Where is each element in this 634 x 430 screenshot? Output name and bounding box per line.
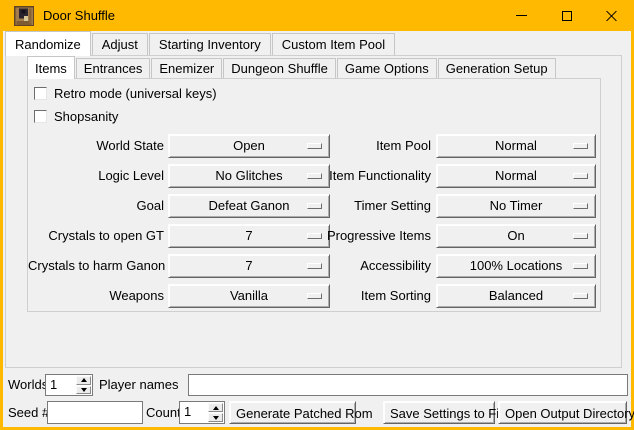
worlds-spinbox[interactable]: 1 [45, 374, 93, 396]
dropdown-indicator-icon [573, 143, 588, 149]
door-icon [14, 6, 34, 26]
shopsanity-checkbox[interactable] [34, 110, 47, 123]
tab-custom-item-pool[interactable]: Custom Item Pool [272, 33, 395, 55]
window: Door Shuffle Randomize Adjust Starting I… [0, 0, 634, 430]
maximize-button[interactable] [544, 0, 589, 31]
item-functionality-dropdown[interactable]: Normal [436, 164, 596, 188]
tab-enemizer[interactable]: Enemizer [151, 58, 222, 78]
seed-input[interactable] [47, 401, 143, 424]
crystals-ganon-label: Crystals to harm Ganon [28, 254, 164, 278]
tab-game-options[interactable]: Game Options [337, 58, 437, 78]
dropdown-value: 100% Locations [437, 255, 595, 277]
tab-randomize[interactable]: Randomize [5, 31, 91, 56]
count-label: Count [146, 401, 181, 424]
spin-up-icon [81, 378, 87, 382]
dropdown-indicator-icon [573, 233, 588, 239]
accessibility-label: Accessibility [268, 254, 431, 278]
dropdown-value: Normal [437, 135, 595, 157]
retro-mode-label: Retro mode (universal keys) [54, 86, 217, 101]
save-settings-button[interactable]: Save Settings to File [383, 401, 495, 424]
tab-adjust[interactable]: Adjust [92, 33, 148, 55]
tab-starting-inventory[interactable]: Starting Inventory [149, 33, 271, 55]
crystals-gt-label: Crystals to open GT [28, 224, 164, 248]
tab-entrances[interactable]: Entrances [76, 58, 151, 78]
dropdown-value: On [437, 225, 595, 247]
tab-items[interactable]: Items [27, 56, 75, 79]
worlds-spin-up-button[interactable] [76, 376, 91, 385]
minimize-icon [516, 15, 527, 16]
tab-dungeon-shuffle[interactable]: Dungeon Shuffle [223, 58, 336, 78]
progressive-items-dropdown[interactable]: On [436, 224, 596, 248]
timer-setting-label: Timer Setting [268, 194, 431, 218]
player-names-label: Player names [99, 374, 178, 396]
item-pool-label: Item Pool [268, 134, 431, 158]
retro-mode-row: Retro mode (universal keys) [34, 85, 217, 101]
seed-label: Seed # [8, 401, 49, 424]
window-content: Randomize Adjust Starting Inventory Cust… [3, 31, 631, 427]
count-spinbox[interactable]: 1 [179, 401, 225, 424]
window-title: Door Shuffle [43, 8, 115, 23]
accessibility-dropdown[interactable]: 100% Locations [436, 254, 596, 278]
maximize-icon [562, 11, 572, 21]
item-sorting-dropdown[interactable]: Balanced [436, 284, 596, 308]
goal-label: Goal [28, 194, 164, 218]
retro-mode-checkbox[interactable] [34, 87, 47, 100]
dropdown-indicator-icon [573, 263, 588, 269]
setting-row: Goal Defeat Ganon Timer Setting No Timer [28, 194, 600, 218]
setting-row: Crystals to harm Ganon 7 Accessibility 1… [28, 254, 600, 278]
dropdown-value: No Timer [437, 195, 595, 217]
window-controls [499, 0, 634, 31]
dropdown-indicator-icon [573, 293, 588, 299]
dropdown-indicator-icon [573, 203, 588, 209]
secondary-tab-bar: Items Entrances Enemizer Dungeon Shuffle… [27, 56, 557, 78]
worlds-label: Worlds [8, 374, 48, 396]
world-state-label: World State [28, 134, 164, 158]
spin-up-icon [213, 406, 219, 410]
setting-row: Logic Level No Glitches Item Functionali… [28, 164, 600, 188]
count-spin-buttons [208, 403, 223, 422]
minimize-button[interactable] [499, 0, 544, 31]
count-value: 1 [180, 402, 207, 423]
weapons-label: Weapons [28, 284, 164, 308]
count-spin-up-button[interactable] [208, 403, 223, 412]
dropdown-indicator-icon [573, 173, 588, 179]
generate-patched-rom-button[interactable]: Generate Patched Rom [229, 401, 356, 424]
setting-row: World State Open Item Pool Normal [28, 134, 600, 158]
timer-setting-dropdown[interactable]: No Timer [436, 194, 596, 218]
open-output-directory-button[interactable]: Open Output Directory [498, 401, 627, 424]
setting-row: Weapons Vanilla Item Sorting Balanced [28, 284, 600, 308]
dropdown-value: Balanced [437, 285, 595, 307]
shopsanity-label: Shopsanity [54, 109, 118, 124]
worlds-spin-buttons [76, 376, 91, 394]
items-panel: Retro mode (universal keys) Shopsanity W… [27, 78, 601, 312]
item-pool-dropdown[interactable]: Normal [436, 134, 596, 158]
worlds-value: 1 [46, 375, 75, 395]
close-button[interactable] [589, 0, 634, 31]
logic-level-label: Logic Level [28, 164, 164, 188]
dropdown-value: Normal [437, 165, 595, 187]
player-names-input[interactable] [188, 374, 628, 396]
spin-down-icon [81, 388, 87, 392]
progressive-items-label: Progressive Items [268, 224, 431, 248]
titlebar: Door Shuffle [0, 0, 634, 31]
primary-tab-bar: Randomize Adjust Starting Inventory Cust… [5, 31, 396, 55]
spin-down-icon [213, 416, 219, 420]
shopsanity-row: Shopsanity [34, 108, 118, 124]
count-spin-down-button[interactable] [208, 413, 223, 422]
close-icon [606, 10, 618, 22]
item-functionality-label: Item Functionality [268, 164, 431, 188]
worlds-spin-down-button[interactable] [76, 386, 91, 395]
item-sorting-label: Item Sorting [268, 284, 431, 308]
setting-row: Crystals to open GT 7 Progressive Items … [28, 224, 600, 248]
tab-generation-setup[interactable]: Generation Setup [438, 58, 556, 78]
